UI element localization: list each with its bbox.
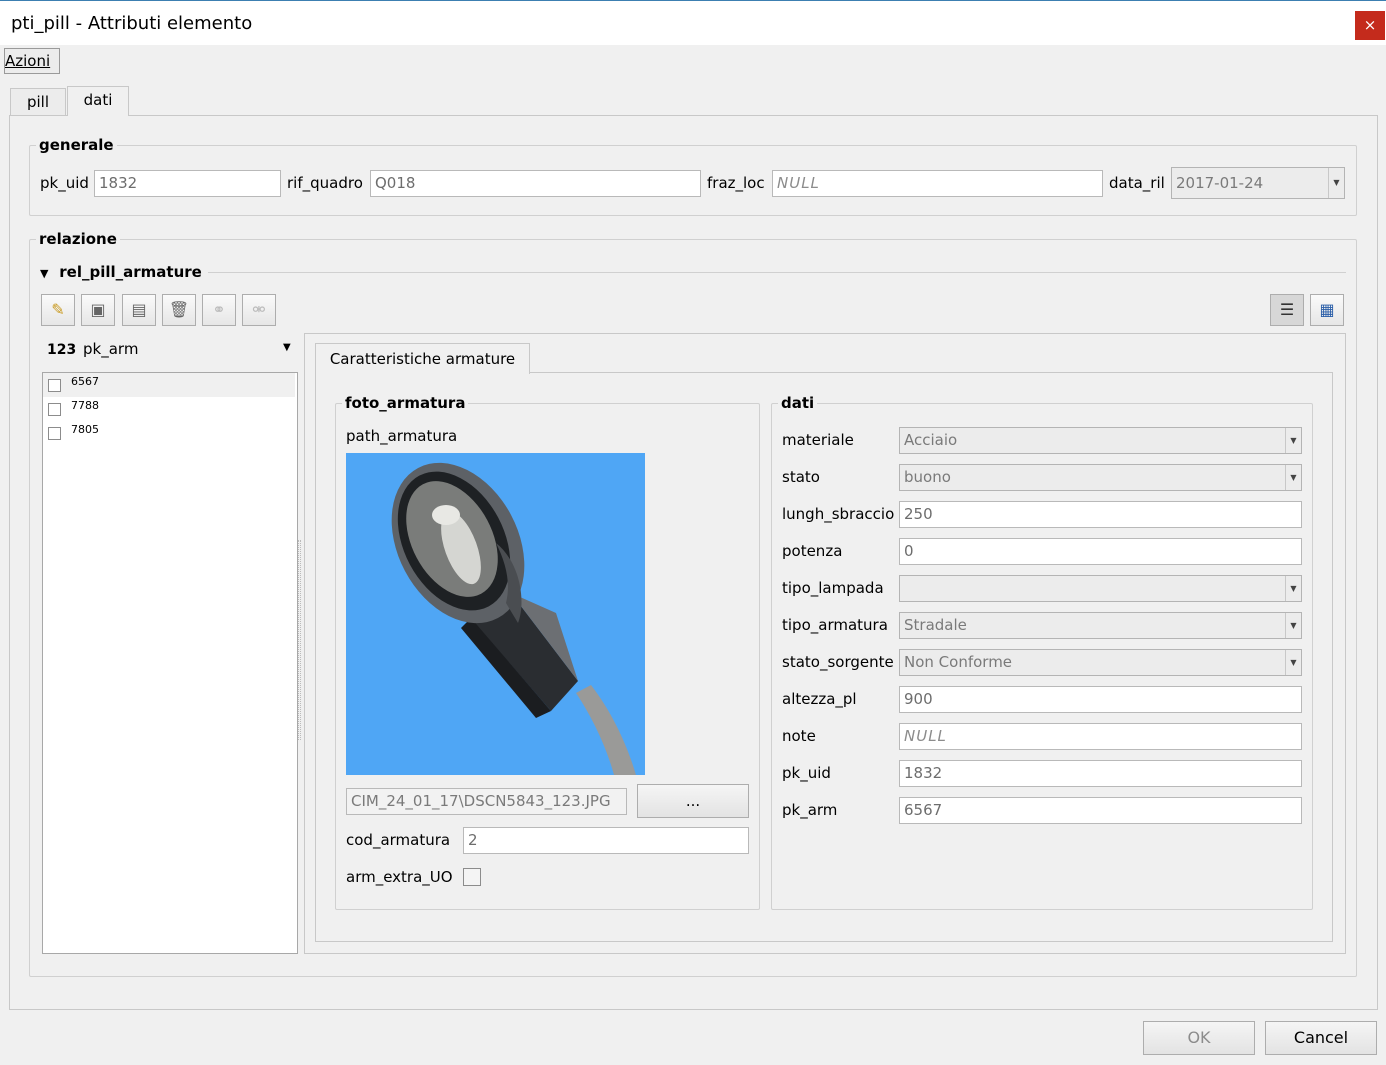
pencil-icon: ✎	[51, 300, 65, 319]
tab-dati[interactable]: dati	[67, 86, 129, 116]
stato-sorgente-combo[interactable]: Non Conforme ▼	[899, 649, 1302, 676]
altezza-pl-field[interactable]: 900	[899, 686, 1302, 713]
lungh-sbraccio-label: lungh_sbraccio	[782, 505, 895, 523]
path-armatura-label: path_armatura	[346, 427, 458, 445]
potenza-label: potenza	[782, 542, 843, 560]
generale-title: generale	[36, 136, 117, 154]
list-item[interactable]: 7805	[43, 421, 295, 445]
materiale-label: materiale	[782, 431, 854, 449]
list-item[interactable]: 6567	[43, 373, 295, 397]
unlink-feature-button[interactable]: ⚮	[242, 294, 276, 326]
cod-armatura-label: cod_armatura	[346, 831, 451, 849]
pk-uid-arm-field[interactable]: 1832	[899, 760, 1302, 787]
chevron-down-icon: ▼	[283, 342, 291, 353]
rel-title: rel_pill_armature	[59, 263, 202, 281]
chevron-down-icon: ▼	[1285, 428, 1301, 453]
dati-title: dati	[778, 394, 818, 412]
stato-combo[interactable]: buono ▼	[899, 464, 1302, 491]
materiale-value: Acciaio	[904, 431, 958, 449]
foto-armatura-title: foto_armatura	[342, 394, 469, 412]
number-field-icon: 123	[47, 342, 77, 358]
window-title: pti_pill - Attributi elemento	[11, 13, 253, 34]
tipo-armatura-value: Stradale	[904, 616, 967, 634]
lungh-sbraccio-field[interactable]: 250	[899, 501, 1302, 528]
stato-sorgente-label: stato_sorgente	[782, 653, 894, 671]
rif-quadro-field[interactable]: Q018	[370, 170, 701, 197]
table-view-button[interactable]: ▦	[1310, 294, 1344, 326]
pk-uid-arm-label: pk_uid	[782, 764, 831, 782]
chevron-down-icon[interactable]: ▼	[1328, 168, 1344, 198]
arm-extra-uo-checkbox[interactable]	[463, 868, 481, 886]
splitter-handle[interactable]	[298, 540, 301, 740]
checkbox[interactable]	[48, 379, 61, 392]
add-record-icon: ▤	[131, 300, 147, 319]
save-icon: ▣	[90, 300, 106, 319]
toggle-editing-button[interactable]: ✎	[41, 294, 75, 326]
materiale-combo[interactable]: Acciaio ▼	[899, 427, 1302, 454]
street-lamp-image	[346, 453, 645, 775]
chevron-down-icon: ▼	[1285, 576, 1301, 601]
azioni-menu-button[interactable]: Azioni	[4, 48, 60, 74]
data-ril-label: data_ril	[1109, 174, 1165, 192]
tipo-armatura-label: tipo_armatura	[782, 616, 888, 634]
tipo-lampada-combo[interactable]: ▼	[899, 575, 1302, 602]
checkbox[interactable]	[48, 403, 61, 416]
chevron-down-icon: ▼	[1285, 613, 1301, 638]
armatura-photo	[346, 453, 645, 775]
rel-divider	[41, 272, 1346, 273]
note-field[interactable]: NULL	[899, 723, 1302, 750]
collapse-triangle-icon: ▼	[40, 267, 49, 280]
tipo-lampada-label: tipo_lampada	[782, 579, 884, 597]
ok-button[interactable]: OK	[1143, 1021, 1255, 1055]
data-ril-datepicker[interactable]: 2017-01-24 ▼	[1171, 167, 1345, 199]
delete-feature-button[interactable]: 🗑	[162, 294, 196, 326]
feature-list: 6567 7788 7805	[42, 372, 298, 954]
checkbox[interactable]	[48, 427, 61, 440]
tipo-armatura-combo[interactable]: Stradale ▼	[899, 612, 1302, 639]
pk-arm-field[interactable]: 6567	[899, 797, 1302, 824]
trash-icon: 🗑	[168, 300, 190, 319]
stato-label: stato	[782, 468, 820, 486]
tab-caratteristiche-armature[interactable]: Caratteristiche armature	[315, 343, 530, 374]
note-label: note	[782, 727, 816, 745]
potenza-field[interactable]: 0	[899, 538, 1302, 565]
browse-button[interactable]: ...	[637, 784, 749, 818]
list-item-label: 7788	[71, 399, 99, 412]
table-view-icon: ▦	[1319, 300, 1335, 319]
chevron-down-icon: ▼	[1285, 650, 1301, 675]
list-item[interactable]: 7788	[43, 397, 295, 421]
data-ril-value: 2017-01-24	[1176, 174, 1264, 192]
link-feature-button[interactable]: ⚭	[202, 294, 236, 326]
list-item-label: 6567	[71, 375, 99, 388]
save-button[interactable]: ▣	[81, 294, 115, 326]
link-icon: ⚭	[212, 300, 226, 319]
pk-arm-label: pk_arm	[782, 801, 838, 819]
close-button[interactable]: ×	[1355, 11, 1385, 40]
relazione-title: relazione	[36, 230, 120, 248]
pk-uid-field[interactable]: 1832	[94, 170, 281, 197]
unlink-icon: ⚮	[252, 300, 266, 319]
rif-quadro-label: rif_quadro	[287, 174, 363, 192]
title-bar: pti_pill - Attributi elemento	[0, 0, 1386, 45]
add-feature-button[interactable]: ▤	[122, 294, 156, 326]
stato-sorgente-value: Non Conforme	[904, 653, 1013, 671]
fraz-loc-label: fraz_loc	[707, 174, 765, 192]
chevron-down-icon: ▼	[1285, 465, 1301, 490]
form-view-icon: ☰	[1279, 300, 1295, 319]
pk-uid-label: pk_uid	[40, 174, 89, 192]
list-field-selector[interactable]: 123 pk_arm ▼	[47, 340, 297, 362]
list-header-label: pk_arm	[83, 340, 139, 358]
tab-pill[interactable]: pill	[10, 88, 66, 116]
stato-value: buono	[904, 468, 951, 486]
list-item-label: 7805	[71, 423, 99, 436]
arm-extra-uo-label: arm_extra_UO	[346, 868, 453, 886]
form-view-button[interactable]: ☰	[1270, 294, 1304, 326]
cod-armatura-field[interactable]: 2	[463, 827, 749, 854]
cancel-button[interactable]: Cancel	[1265, 1021, 1377, 1055]
fraz-loc-field[interactable]: NULL	[772, 170, 1103, 197]
altezza-pl-label: altezza_pl	[782, 690, 857, 708]
rel-pill-armature-toggle[interactable]: ▼ rel_pill_armature	[40, 263, 208, 281]
path-armatura-field[interactable]: CIM_24_01_17\DSCN5843_123.JPG	[346, 788, 627, 815]
